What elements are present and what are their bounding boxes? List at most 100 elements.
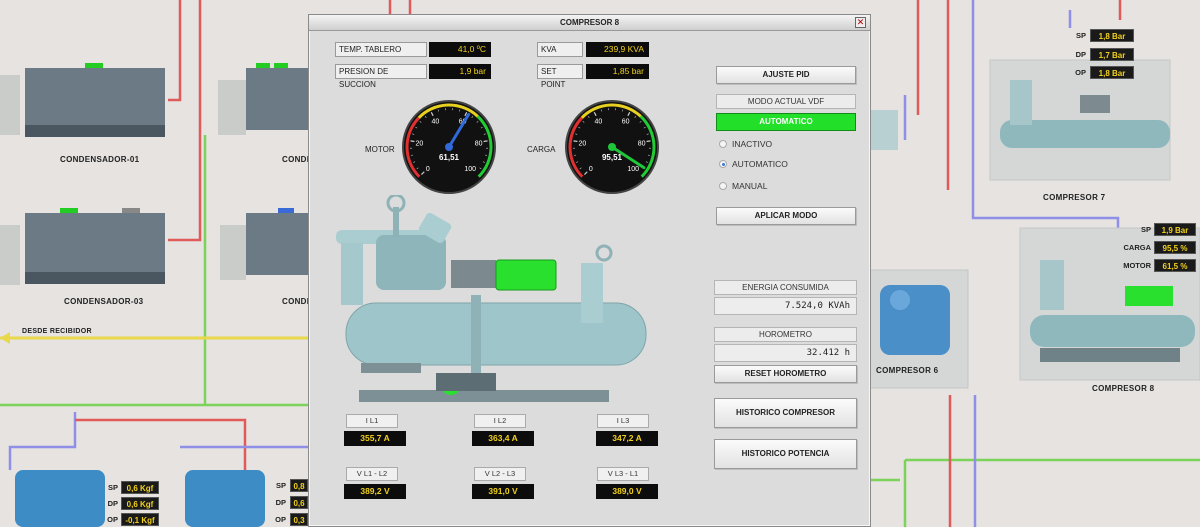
gauge-tick-label: 0 xyxy=(589,166,593,173)
condenser-units xyxy=(0,63,308,285)
bl2-sp-tag: SP xyxy=(275,481,286,490)
bl2-op-value: 0,3 Kgf xyxy=(290,513,308,526)
horometro-label: HOROMETRO xyxy=(714,327,857,342)
gauge-tick-label: 80 xyxy=(475,140,483,147)
il1-label: I L1 xyxy=(346,414,398,428)
aplicar-modo-button[interactable]: APLICAR MODO xyxy=(716,207,856,225)
il3-label: I L3 xyxy=(597,414,649,428)
dialog-title: COMPRESOR 8 xyxy=(309,15,870,31)
c8-sp-tag: SP xyxy=(1140,225,1151,234)
bl1-sp-value: 0,6 Kgf xyxy=(121,481,159,494)
il3-value: 347,2 A xyxy=(596,431,658,446)
c7-dp-value: 1,7 Bar xyxy=(1090,48,1134,61)
historico-potencia-button[interactable]: HISTORICO POTENCIA xyxy=(714,439,857,469)
temp-tablero-label: TEMP. TABLERO xyxy=(335,42,427,57)
radio-label-manual: MANUAL xyxy=(732,181,768,191)
compressor-7-graphic xyxy=(989,59,1171,181)
condenser-01-label: CONDENSADOR-01 xyxy=(60,155,140,164)
bl1-sp-tag: SP xyxy=(107,483,118,492)
compressor-8-label: COMPRESOR 8 xyxy=(1092,384,1155,393)
c7-sp-value: 1,8 Bar xyxy=(1090,29,1134,42)
bl2-op-tag: OP xyxy=(275,515,286,524)
c7-dp-tag: DP xyxy=(1075,50,1086,59)
gauge-tick-label: 100 xyxy=(627,166,639,173)
gauge-tick-label: 20 xyxy=(578,140,586,147)
presion-succion-label: PRESION DE SUCCION xyxy=(335,64,427,89)
energia-consumida-label: ENERGIA CONSUMIDA xyxy=(714,280,857,295)
gauge-tick xyxy=(483,140,488,143)
compressor-7-label: COMPRESOR 7 xyxy=(1043,193,1106,202)
gauge-value-text: 95,51 xyxy=(602,153,623,162)
gauge-tick xyxy=(646,140,651,143)
bl1-op-value: -0,1 Kgf xyxy=(121,513,159,526)
compressor-6-label: COMPRESOR 6 xyxy=(876,366,939,375)
gauge-tick-label: 20 xyxy=(415,140,423,147)
gauge-tick xyxy=(410,140,415,143)
condenser-03-label: CONDENSADOR-03 xyxy=(64,297,144,306)
gauge-value-text: 61,51 xyxy=(439,153,460,162)
kva-label: KVA xyxy=(537,42,583,57)
historico-compresor-button[interactable]: HISTORICO COMPRESOR xyxy=(714,398,857,428)
carga-gauge: 0 20 40 60 80 100 95,51 xyxy=(565,100,659,194)
motor-gauge-label: MOTOR xyxy=(365,145,395,154)
gauge-tick-label: 100 xyxy=(464,166,476,173)
c8-carga-value: 95,5 % xyxy=(1154,241,1196,254)
desde-recibidor-label: DESDE RECIBIDOR xyxy=(22,328,92,335)
vl1l2-label: V L1 - L2 xyxy=(346,467,398,481)
vl1l2-value: 389,2 V xyxy=(344,484,406,499)
c8-motor-value: 61,5 % xyxy=(1154,259,1196,272)
radio-dot[interactable] xyxy=(719,140,727,148)
horometro-value: 32.412 h xyxy=(714,344,857,362)
gauge-hub xyxy=(445,143,453,151)
gauge-tick-label: 40 xyxy=(431,118,439,125)
bl2-sp-value: 0,8 K xyxy=(290,479,308,504)
set-point-label: SET POINT xyxy=(537,64,583,89)
mode-radio-manual[interactable]: MANUAL xyxy=(719,181,767,191)
gauge-tick-label: 0 xyxy=(426,166,430,173)
il2-value: 363,4 A xyxy=(472,431,534,446)
radio-dot-selected[interactable] xyxy=(719,160,727,168)
gauge-hub xyxy=(608,143,616,151)
modo-actual-label: MODO ACTUAL VDF xyxy=(716,94,856,109)
c7-op-tag: OP xyxy=(1075,68,1086,77)
c8-motor-tag: MOTOR xyxy=(1123,261,1151,270)
partial-compressor xyxy=(870,110,898,150)
c8-carga-tag: CARGA xyxy=(1123,243,1152,252)
mode-radio-automatico[interactable]: AUTOMATICO xyxy=(719,159,788,169)
compressor-machine-graphic xyxy=(336,195,647,402)
modo-actual-status: AUTOMATICO xyxy=(716,113,856,131)
compressor-8-dialog: COMPRESOR 8 ✕ TEMP. TABLERO 41,0 ºC PRES… xyxy=(308,14,871,527)
radio-label-automatico: AUTOMATICO xyxy=(732,159,788,169)
vl3l1-label: V L3 - L1 xyxy=(597,467,649,481)
energia-consumida-value: 7.524,0 KVAh xyxy=(714,297,857,315)
arrow-icon xyxy=(0,332,10,344)
bl2-dp-value: 0,6 K xyxy=(290,496,308,521)
carga-gauge-label: CARGA xyxy=(527,145,556,154)
il2-label: I L2 xyxy=(474,414,526,428)
close-button[interactable]: ✕ xyxy=(855,17,866,28)
vl2l3-label: V L2 - L3 xyxy=(474,467,526,481)
kva-value: 239,9 KVA xyxy=(586,42,649,57)
gauge-tick-label: 60 xyxy=(622,118,630,125)
bl1-dp-value: 0,6 Kgf xyxy=(121,497,159,510)
vl2l3-value: 391,0 V xyxy=(472,484,534,499)
radio-dot[interactable] xyxy=(719,182,727,190)
c7-op-value: 1,8 Bar xyxy=(1090,66,1134,79)
motor-gauge: 02040608010061,51 xyxy=(402,100,496,194)
c8-sp-value: 1,9 Bar xyxy=(1154,223,1196,236)
reset-horometro-button[interactable]: RESET HOROMETRO xyxy=(714,365,857,383)
radio-label-inactivo: INACTIVO xyxy=(732,139,773,149)
bl1-op-tag: OP xyxy=(107,515,118,524)
gauge-tick-label: 40 xyxy=(594,118,602,125)
c7-sp-tag: SP xyxy=(1075,31,1086,40)
gauge-tick xyxy=(573,140,578,143)
temp-tablero-value: 41,0 ºC xyxy=(429,42,491,57)
ajuste-pid-button[interactable]: AJUSTE PID xyxy=(716,66,856,84)
set-point-value: 1,85 bar xyxy=(586,64,649,79)
gauge-tick-label: 80 xyxy=(638,140,646,147)
bl2-dp-tag: DP xyxy=(275,498,286,507)
vl3l1-value: 389,0 V xyxy=(596,484,658,499)
bl1-dp-tag: DP xyxy=(107,499,118,508)
mode-radio-inactivo[interactable]: INACTIVO xyxy=(719,139,772,149)
presion-succion-value: 1,9 bar xyxy=(429,64,491,79)
